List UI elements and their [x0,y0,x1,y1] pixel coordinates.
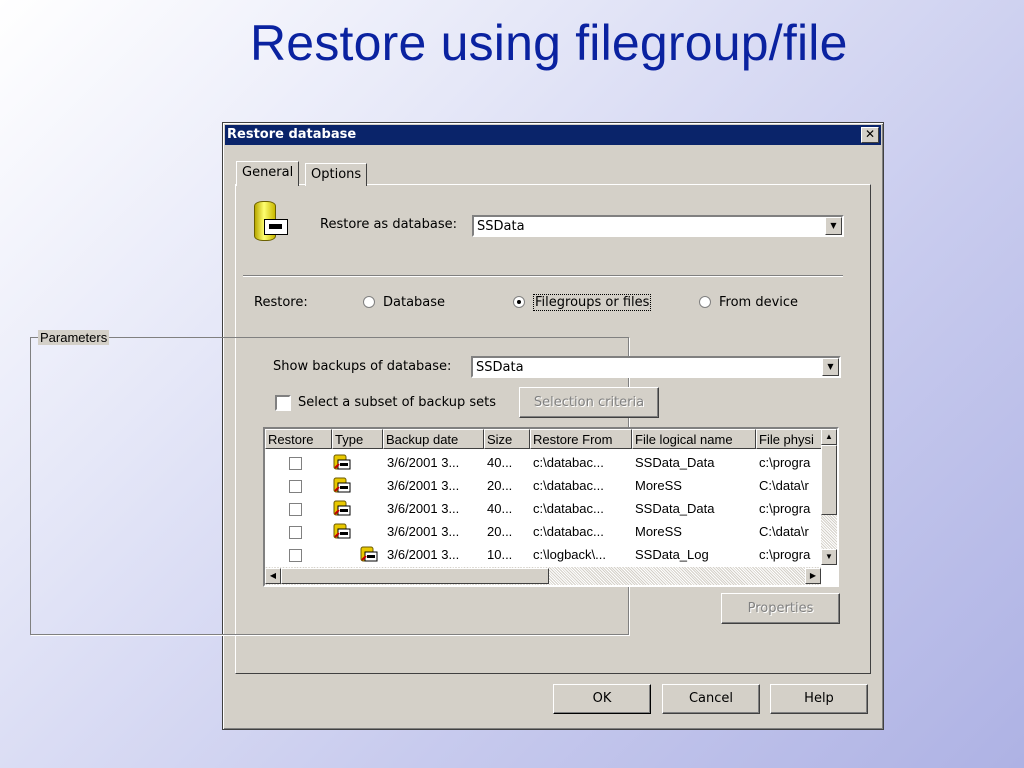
slide-title: Restore using filegroup/file [250,15,848,71]
table-cell: C:\data\r [759,524,809,539]
table-cell: 3/6/2001 3... [387,524,460,539]
column-file-logical-name[interactable]: File logical name [632,429,756,449]
table-cell: c:\progra [759,547,811,562]
show-backups-label: Show backups of database: [273,359,452,374]
row-restore-checkbox[interactable] [289,503,302,516]
radio-from-device[interactable] [699,296,711,308]
table-row[interactable]: 3/6/2001 3... 20... c:\databac... MoreSS C:\… [265,520,825,543]
table-cell: SSData_Data [635,455,715,470]
column-type[interactable]: Type [332,429,383,449]
table-cell: C:\data\r [759,478,809,493]
log-backup-icon [360,545,378,563]
ok-button[interactable]: OK [553,684,651,714]
table-row[interactable]: 3/6/2001 3... 20... c:\databac... MoreSS C:\… [265,474,825,497]
radio-from-device-label[interactable]: From device [719,295,798,310]
chevron-down-icon[interactable]: ▼ [825,217,842,235]
chevron-down-icon[interactable]: ▼ [822,358,839,376]
subset-checkbox[interactable] [275,395,291,411]
horizontal-scrollbar[interactable]: ◀ ▶ [265,567,821,585]
subset-label[interactable]: Select a subset of backup sets [298,395,496,410]
column-size[interactable]: Size [484,429,530,449]
table-cell: MoreSS [635,478,682,493]
row-restore-checkbox[interactable] [289,526,302,539]
show-backups-value: SSData [476,360,524,375]
table-cell: SSData_Data [635,501,715,516]
row-restore-checkbox[interactable] [289,549,302,562]
table-cell: 20... [487,478,513,493]
table-cell: 3/6/2001 3... [387,455,460,470]
properties-button[interactable]: Properties [721,593,840,624]
table-cell: 3/6/2001 3... [387,501,460,516]
close-button[interactable]: ✕ [861,127,879,143]
column-restore[interactable]: Restore [265,429,332,449]
table-row[interactable]: 3/6/2001 3... 40... c:\databac... SSData_Da… [265,451,825,474]
scroll-right-icon[interactable]: ▶ [805,568,821,584]
column-file-physical[interactable]: File physi [756,429,825,449]
scroll-down-icon[interactable]: ▼ [821,549,837,565]
restore-card-icon [264,219,288,235]
row-restore-checkbox[interactable] [289,480,302,493]
column-backup-date[interactable]: Backup date [383,429,484,449]
table-row[interactable]: 3/6/2001 3... 10... c:\logback\... SSData_L… [265,543,825,566]
radio-database[interactable] [363,296,375,308]
list-header: Restore Type Backup date Size Restore Fr… [265,429,825,449]
filegroup-backup-icon [333,522,351,540]
cancel-button[interactable]: Cancel [662,684,760,714]
radio-filegroups-or-files[interactable] [513,296,525,308]
column-restore-from[interactable]: Restore From [530,429,632,449]
table-cell: c:\databac... [533,501,604,516]
table-cell: c:\logback\... [533,547,606,562]
scroll-left-icon[interactable]: ◀ [265,568,281,584]
radio-database-label[interactable]: Database [383,295,445,310]
filegroup-backup-icon [333,453,351,471]
scroll-up-icon[interactable]: ▲ [821,429,837,445]
parameters-label: Parameters [38,330,110,345]
help-button[interactable]: Help [770,684,868,714]
filegroup-backup-icon [333,476,351,494]
table-cell: 3/6/2001 3... [387,478,460,493]
restore-as-label: Restore as database: [320,217,457,232]
selection-criteria-button[interactable]: Selection criteria [519,387,659,418]
vertical-scrollbar[interactable]: ▲ ▼ [821,429,837,565]
tab-general[interactable]: General [236,161,300,186]
dialog-titlebar[interactable]: Restore database ✕ [225,125,881,145]
separator [243,275,843,277]
restore-label: Restore: [254,295,308,310]
filegroup-backup-icon [333,499,351,517]
table-cell: SSData_Log [635,547,709,562]
table-cell: 10... [487,547,513,562]
vertical-scroll-thumb[interactable] [821,445,837,515]
table-cell: c:\databac... [533,478,604,493]
table-cell: 40... [487,455,513,470]
show-backups-combo[interactable]: SSData ▼ [471,356,841,378]
table-cell: MoreSS [635,524,682,539]
table-row[interactable]: 3/6/2001 3... 40... c:\databac... SSData_Da… [265,497,825,520]
table-cell: 20... [487,524,513,539]
tab-options[interactable]: Options [305,163,368,186]
table-cell: c:\progra [759,455,811,470]
table-cell: c:\databac... [533,455,604,470]
backup-sets-list[interactable]: Restore Type Backup date Size Restore Fr… [263,427,839,587]
table-cell: 3/6/2001 3... [387,547,460,562]
dialog-title: Restore database [227,127,357,142]
restore-as-database-combo[interactable]: SSData ▼ [472,215,844,237]
radio-filegroups-or-files-label[interactable]: Filegroups or files [533,294,652,311]
table-cell: c:\progra [759,501,811,516]
horizontal-scroll-thumb[interactable] [281,568,549,584]
restore-as-database-value: SSData [477,219,525,234]
row-restore-checkbox[interactable] [289,457,302,470]
table-cell: c:\databac... [533,524,604,539]
table-cell: 40... [487,501,513,516]
